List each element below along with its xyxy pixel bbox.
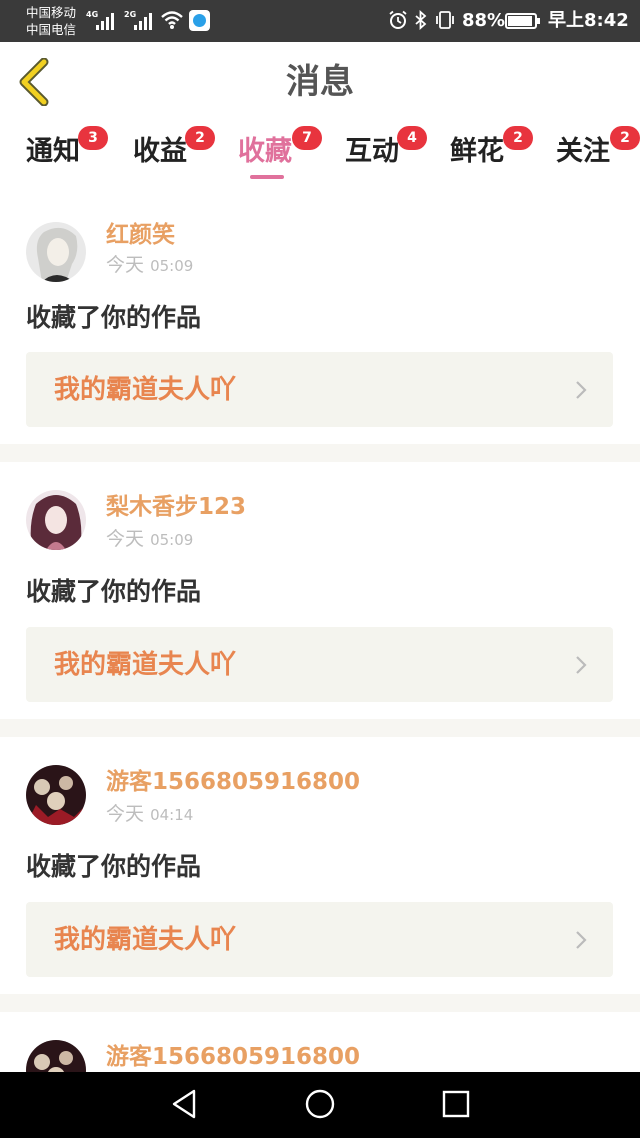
time-day: 今天 — [106, 528, 145, 550]
user-name[interactable]: 游客1566805916800 — [106, 1042, 360, 1072]
chevron-right-icon — [576, 656, 587, 674]
action-text: 收藏了你的作品 — [26, 852, 202, 881]
avatar[interactable] — [26, 490, 86, 550]
message-card: 红颜笑 今天 05:09 收藏了你的作品 我的霸道夫人吖 — [0, 202, 640, 460]
tab-count-badge: 2 — [610, 126, 640, 150]
bluetooth-icon — [415, 10, 427, 30]
page-title: 消息 — [286, 62, 354, 102]
time-clock: 05:09 — [150, 531, 194, 549]
time-clock: 04:14 — [150, 806, 194, 824]
tab-count-badge: 3 — [78, 126, 108, 150]
action-text: 收藏了你的作品 — [26, 577, 202, 606]
carrier-2: 中国电信 — [26, 22, 77, 37]
message-card: 梨木香步123 今天 05:09 收藏了你的作品 我的霸道夫人吖 — [0, 464, 640, 722]
time-day: 今天 — [106, 254, 145, 276]
tab-count-badge: 4 — [397, 126, 427, 150]
time-day: 今天 — [106, 803, 145, 825]
card-divider — [0, 719, 640, 737]
avatar[interactable] — [26, 765, 86, 825]
system-nav-bar — [0, 1072, 640, 1138]
tab-favorites[interactable]: 收藏 7 — [238, 126, 322, 172]
alarm-icon — [389, 10, 407, 29]
carrier-1: 中国移动 — [26, 5, 77, 20]
tab-flowers[interactable]: 鲜花 2 — [450, 126, 533, 172]
chevron-right-icon — [576, 931, 587, 949]
app-header: 消息 — [0, 42, 640, 120]
tab-count-badge: 2 — [185, 126, 215, 150]
work-link[interactable]: 我的霸道夫人吖 — [26, 352, 613, 427]
carrier-labels: 中国移动 中国电信 — [26, 4, 76, 38]
tab-label: 收益 — [133, 136, 187, 167]
vibrate-icon — [436, 11, 454, 29]
tab-label: 收藏 — [238, 136, 292, 167]
message-card: 游客1566805916800 — [0, 1014, 640, 1072]
message-tabs: 通知 3 收益 2 收藏 7 互动 4 鲜花 2 关注 2 — [0, 120, 640, 192]
work-title: 我的霸道夫人吖 — [54, 925, 237, 955]
battery-percent: 88% — [462, 10, 506, 31]
back-triangle-icon[interactable] — [170, 1088, 198, 1120]
message-card: 游客1566805916800 今天 04:14 收藏了你的作品 我的霸道夫人吖 — [0, 739, 640, 997]
user-name[interactable]: 游客1566805916800 — [106, 767, 360, 797]
work-title: 我的霸道夫人吖 — [54, 650, 237, 680]
app-notification-icon — [189, 10, 210, 31]
active-tab-indicator — [250, 175, 284, 179]
recents-square-icon[interactable] — [441, 1088, 471, 1120]
message-time: 今天 05:09 — [106, 252, 193, 279]
tab-earnings[interactable]: 收益 2 — [133, 126, 215, 172]
tab-label: 鲜花 — [450, 136, 504, 167]
home-circle-icon[interactable] — [304, 1088, 336, 1120]
wifi-icon — [161, 11, 183, 29]
status-icons — [388, 10, 456, 30]
chevron-right-icon — [576, 381, 587, 399]
tab-count-badge: 7 — [292, 126, 322, 150]
work-link[interactable]: 我的霸道夫人吖 — [26, 627, 613, 702]
work-title: 我的霸道夫人吖 — [54, 375, 237, 405]
user-name[interactable]: 红颜笑 — [106, 220, 175, 250]
avatar[interactable] — [26, 1040, 86, 1072]
tab-interactions[interactable]: 互动 4 — [345, 126, 427, 172]
work-link[interactable]: 我的霸道夫人吖 — [26, 902, 613, 977]
tab-notifications[interactable]: 通知 3 — [26, 126, 108, 172]
tab-label: 通知 — [26, 136, 80, 167]
time-clock: 05:09 — [150, 257, 194, 275]
tab-count-badge: 2 — [503, 126, 533, 150]
clock: 早上8:42 — [548, 10, 629, 31]
message-time: 今天 05:09 — [106, 526, 193, 553]
avatar[interactable] — [26, 222, 86, 282]
signal-icon — [96, 12, 114, 30]
action-text: 收藏了你的作品 — [26, 303, 202, 332]
card-divider — [0, 444, 640, 462]
status-bar: 中国移动 中国电信 4G 2G 88% 早上8:42 — [0, 0, 640, 42]
tab-following[interactable]: 关注 2 — [556, 126, 640, 172]
tab-label: 互动 — [345, 136, 399, 167]
message-time: 今天 04:14 — [106, 801, 193, 828]
card-divider — [0, 994, 640, 1012]
battery-icon — [505, 13, 540, 29]
tab-label: 关注 — [556, 136, 610, 167]
signal-icon — [134, 12, 152, 30]
user-name[interactable]: 梨木香步123 — [106, 492, 246, 522]
